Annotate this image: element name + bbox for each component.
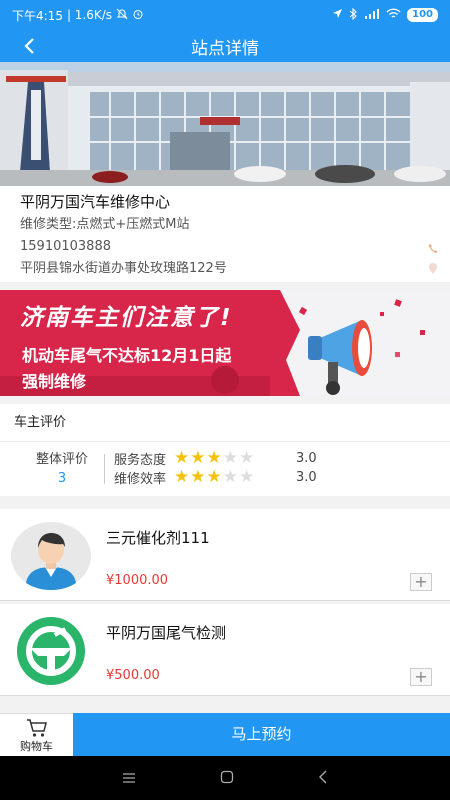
overall-rating: 整体评价 3 bbox=[22, 448, 102, 486]
bottom-action-bar: 购物车 马上预约 bbox=[0, 713, 450, 756]
alarm-icon bbox=[132, 8, 144, 23]
product-name: 三元催化剂111 bbox=[106, 529, 210, 547]
reviews-section: 车主评价 整体评价 3 服务态度 ★ ★ ★ ★ ★ 3.0 维修效率 ★ ★ … bbox=[0, 404, 450, 496]
network-speed: | 1.6K/s bbox=[66, 8, 113, 22]
station-photo bbox=[0, 62, 450, 186]
signal-icon bbox=[364, 8, 380, 23]
cart-label: 购物车 bbox=[20, 740, 53, 753]
shopping-cart-icon bbox=[0, 718, 73, 738]
product-item[interactable]: 平阴万国尾气检测 ¥500.00 + bbox=[0, 604, 450, 696]
product-price: ¥500.00 bbox=[106, 668, 160, 683]
product-name: 平阴万国尾气检测 bbox=[106, 624, 227, 642]
banner-line-1: 机动车尾气不达标12月1日起 bbox=[22, 346, 232, 365]
bluetooth-icon bbox=[349, 7, 358, 23]
star-icon: ★ bbox=[239, 466, 255, 487]
status-bar: 下午4:15 | 1.6K/s 100 bbox=[0, 0, 450, 30]
rating-score: 3.0 bbox=[296, 469, 317, 485]
rating-row-service: 服务态度 ★ ★ ★ ★ ★ 3.0 bbox=[114, 447, 317, 468]
overall-rating-value: 3 bbox=[57, 471, 67, 486]
rating-label: 维修效率 bbox=[114, 471, 167, 487]
status-time: 下午4:15 bbox=[12, 8, 63, 23]
rating-score: 3.0 bbox=[296, 450, 317, 466]
station-phone[interactable]: 15910103888 bbox=[20, 239, 111, 254]
star-rating: ★ ★ ★ ★ ★ bbox=[174, 447, 255, 468]
star-icon: ★ bbox=[206, 466, 222, 487]
page-title: 站点详情 bbox=[191, 38, 259, 59]
chevron-left-icon bbox=[24, 38, 34, 54]
back-button[interactable] bbox=[16, 33, 42, 59]
wifi-icon bbox=[386, 8, 401, 23]
add-to-cart-button[interactable]: + bbox=[410, 668, 432, 686]
header-bar: 站点详情 bbox=[0, 30, 450, 62]
cart-button[interactable]: 购物车 bbox=[0, 713, 73, 756]
star-icon: ★ bbox=[222, 447, 239, 468]
star-rating: ★ ★ ★ ★ ★ bbox=[174, 466, 255, 487]
mute-icon bbox=[116, 8, 128, 23]
product-price: ¥1000.00 bbox=[106, 573, 169, 588]
station-address: 平阴县锦水街道办事处玫瑰路122号 bbox=[20, 261, 227, 276]
back-icon[interactable] bbox=[318, 769, 328, 788]
banner-title: 济南车主们注意了! bbox=[20, 305, 233, 331]
station-address-row[interactable]: 平阴县锦水街道办事处玫瑰路122号 bbox=[20, 258, 437, 280]
location-icon bbox=[332, 8, 343, 22]
station-info: 平阴万国汽车维修中心 维修类型:点燃式+压燃式M站 15910103888 平阴… bbox=[0, 186, 450, 282]
book-now-button[interactable]: 马上预约 bbox=[73, 713, 450, 756]
promo-banner[interactable]: 济南车主们注意了! 机动车尾气不达标12月1日起 强制维修 bbox=[0, 290, 450, 396]
overall-rating-label: 整体评价 bbox=[35, 452, 88, 467]
steering-wheel-logo-icon bbox=[10, 616, 92, 686]
avatar bbox=[10, 521, 92, 591]
station-name: 平阴万国汽车维修中心 bbox=[20, 193, 171, 211]
reviews-title: 车主评价 bbox=[0, 404, 450, 442]
rating-row-efficiency: 维修效率 ★ ★ ★ ★ ★ 3.0 bbox=[114, 466, 317, 487]
star-icon: ★ bbox=[206, 447, 222, 468]
add-to-cart-button[interactable]: + bbox=[410, 573, 432, 591]
location-pin-icon[interactable] bbox=[428, 261, 438, 283]
station-type: 维修类型:点燃式+压燃式M站 bbox=[20, 217, 190, 232]
rating-label: 服务态度 bbox=[114, 452, 167, 468]
station-phone-row[interactable]: 15910103888 bbox=[20, 236, 438, 258]
star-icon: ★ bbox=[222, 466, 239, 487]
star-icon: ★ bbox=[174, 466, 190, 487]
product-item[interactable]: 三元催化剂111 ¥1000.00 + bbox=[0, 509, 450, 601]
rating-divider bbox=[104, 454, 105, 484]
banner-line-2: 强制维修 bbox=[22, 372, 87, 391]
home-icon[interactable] bbox=[220, 769, 234, 788]
system-nav-bar bbox=[0, 756, 450, 800]
star-icon: ★ bbox=[174, 447, 190, 468]
star-icon: ★ bbox=[190, 466, 206, 487]
battery-indicator: 100 bbox=[407, 8, 438, 22]
star-icon: ★ bbox=[190, 447, 206, 468]
menu-icon[interactable] bbox=[122, 769, 136, 788]
star-icon: ★ bbox=[239, 447, 255, 468]
